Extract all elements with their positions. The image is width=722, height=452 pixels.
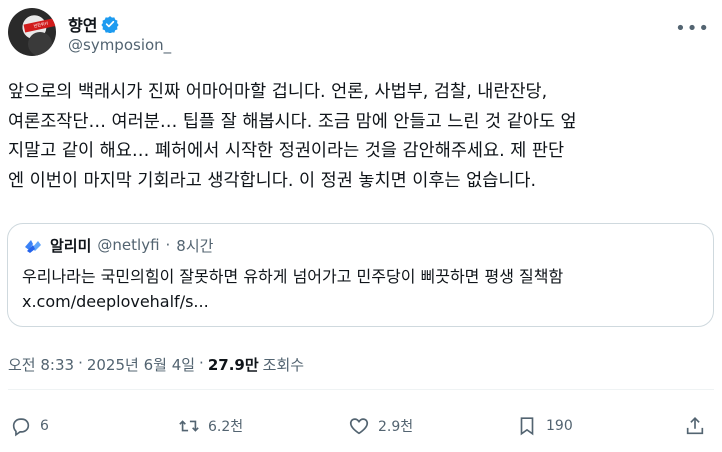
quoted-text-line1: 우리나라는 국민의힘이 잘못하면 유하게 넘어가고 민주당이 삐끗하면 평생 질…	[22, 267, 564, 286]
more-options-icon[interactable]: •••	[675, 18, 710, 39]
divider	[8, 389, 714, 390]
retweet-button[interactable]: 6.2천	[178, 415, 243, 437]
share-icon	[686, 417, 704, 435]
views-count: 27.9만	[207, 356, 259, 374]
views-label: 조회수	[262, 356, 305, 374]
like-count: 2.9천	[378, 419, 414, 435]
heart-icon	[349, 418, 369, 435]
like-button[interactable]: 2.9천	[348, 415, 413, 437]
retweet-icon	[179, 420, 199, 432]
quoted-separator: ·	[165, 236, 171, 254]
avatar-figure	[28, 32, 52, 56]
quoted-tweet[interactable]: 알리미 @netlyfi · 8시간 우리나라는 국민의힘이 잘못하면 유하게 …	[7, 223, 714, 327]
meta-separator: ·	[199, 354, 204, 372]
author-name-row: 향연	[68, 12, 120, 36]
reply-count: 6	[40, 418, 49, 434]
author-handle[interactable]: @symposion_	[68, 36, 171, 54]
avatar[interactable]: 반란위키	[8, 8, 56, 56]
avatar-headband: 반란위키	[23, 17, 56, 33]
share-button[interactable]	[684, 415, 706, 437]
reply-icon	[12, 418, 30, 437]
tweet-meta: 오전 8:33 · 2025년 6월 4일 · 27.9만 조회수	[8, 354, 304, 375]
quoted-account-logo-icon	[25, 240, 41, 253]
quoted-author-name: 알리미	[50, 236, 92, 255]
bookmark-button[interactable]: 190	[516, 415, 573, 437]
tweet-date[interactable]: 2025년 6월 4일	[87, 354, 195, 375]
tweet-text: 앞으로의 백래시가 진짜 어마어마할 겁니다. 언론, 사법부, 검찰, 내란잔…	[8, 82, 577, 191]
meta-separator: ·	[78, 354, 83, 372]
quoted-author-handle: @netlyfi	[97, 236, 160, 254]
quoted-link[interactable]: x.com/deeplovehalf/s...	[22, 292, 209, 311]
bookmark-count: 190	[546, 418, 573, 434]
action-bar: 6 6.2천 2.9천 190	[8, 415, 714, 445]
tweet-time[interactable]: 오전 8:33	[8, 354, 74, 375]
tweet-header: 반란위키 향연 @symposion_ •••	[8, 8, 714, 64]
quoted-tweet-text: 우리나라는 국민의힘이 잘못하면 유하게 넘어가고 민주당이 삐끗하면 평생 질…	[22, 264, 563, 314]
author-display-name[interactable]: 향연	[68, 12, 97, 36]
quoted-time: 8시간	[176, 236, 214, 255]
verified-badge-icon	[101, 16, 120, 33]
reply-button[interactable]: 6	[10, 415, 49, 437]
bookmark-icon	[520, 417, 534, 436]
retweet-count: 6.2천	[208, 419, 244, 435]
quoted-tweet-header: 알리미 @netlyfi · 8시간	[22, 234, 213, 256]
